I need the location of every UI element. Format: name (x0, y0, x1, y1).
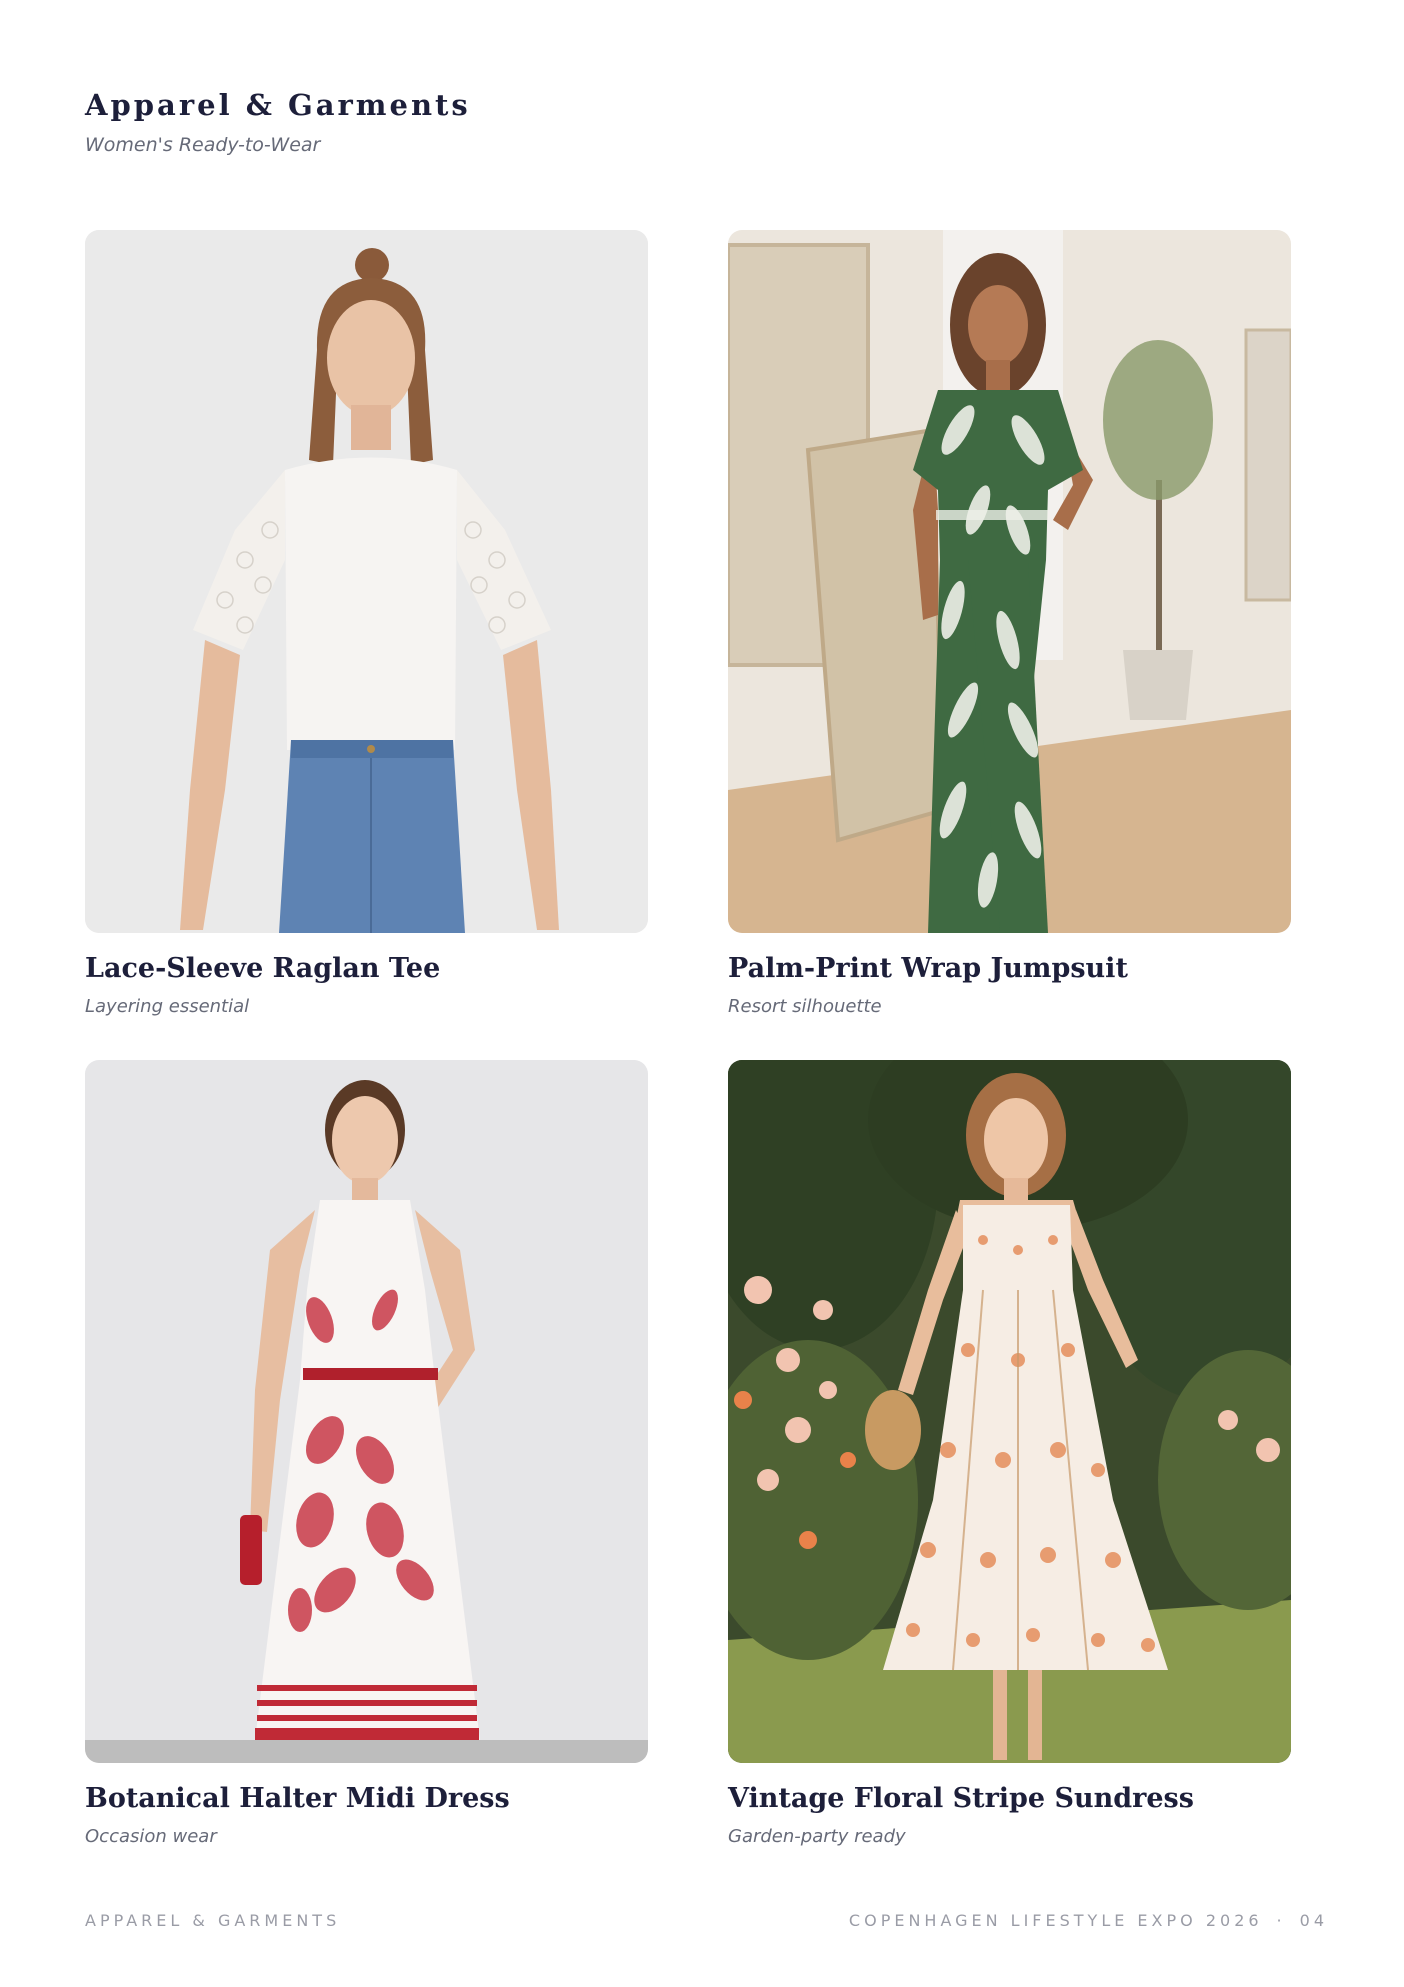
product-photo-palm-jumpsuit[interactable] (728, 230, 1291, 933)
product-photo-lace-tee[interactable] (85, 230, 648, 933)
product-card[interactable]: Vintage Floral Stripe Sundress Garden-pa… (728, 1060, 1291, 1847)
product-note: Resort silhouette (728, 996, 882, 1017)
page-number: 04 (1299, 1911, 1328, 1930)
footer-event-name: COPENHAGEN LIFESTYLE EXPO 2026 (848, 1911, 1263, 1930)
product-photo-halter-dress[interactable] (85, 1060, 648, 1763)
product-card[interactable]: Lace-Sleeve Raglan Tee Layering essentia… (85, 230, 648, 1017)
page-title: Apparel & Garments (85, 88, 471, 122)
product-name: Botanical Halter Midi Dress (85, 1783, 510, 1814)
product-note: Occasion wear (85, 1826, 217, 1847)
page-subtitle: Women's Ready-to-Wear (85, 134, 321, 156)
footer-event-info: COPENHAGEN LIFESTYLE EXPO 2026 · 04 (849, 1911, 1328, 1930)
product-card[interactable]: Botanical Halter Midi Dress Occasion wea… (85, 1060, 648, 1847)
product-note: Layering essential (85, 996, 250, 1017)
product-note: Garden-party ready (728, 1826, 906, 1847)
product-name: Vintage Floral Stripe Sundress (728, 1783, 1194, 1814)
product-card[interactable]: Palm-Print Wrap Jumpsuit Resort silhouet… (728, 230, 1291, 1017)
product-name: Palm-Print Wrap Jumpsuit (728, 953, 1128, 984)
page-header: Apparel & Garments Women's Ready-to-Wear (85, 88, 471, 156)
footer-separator: · (1276, 1911, 1286, 1930)
product-name: Lace-Sleeve Raglan Tee (85, 953, 441, 984)
footer-section-label: APPAREL & GARMENTS (85, 1911, 341, 1930)
product-photo-floral-sundress[interactable] (728, 1060, 1291, 1763)
